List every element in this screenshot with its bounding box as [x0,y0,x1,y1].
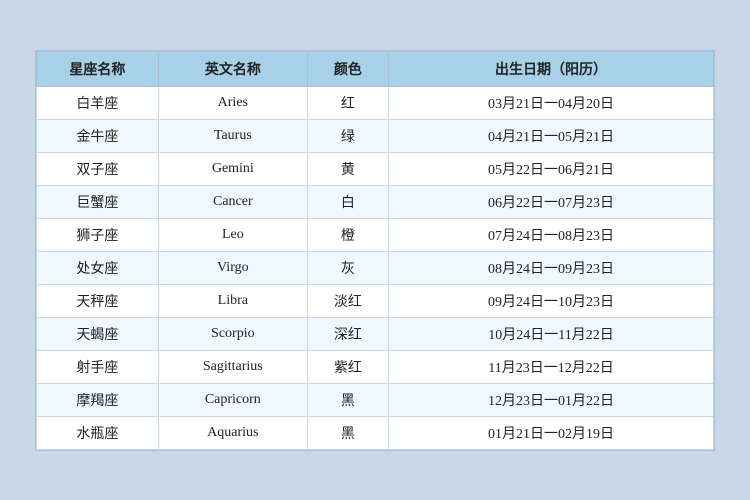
cell-en: Leo [158,218,307,251]
cell-date: 07月24日一08月23日 [389,218,714,251]
cell-date: 12月23日一01月22日 [389,383,714,416]
cell-en: Capricorn [158,383,307,416]
cell-en: Sagittarius [158,350,307,383]
cell-en: Aries [158,86,307,119]
cell-color: 绿 [307,119,388,152]
cell-date: 10月24日一11月22日 [389,317,714,350]
table-row: 白羊座Aries红03月21日一04月20日 [37,86,714,119]
cell-color: 红 [307,86,388,119]
cell-date: 11月23日一12月22日 [389,350,714,383]
cell-en: Libra [158,284,307,317]
cell-zh: 狮子座 [37,218,159,251]
header-date: 出生日期（阳历） [389,51,714,86]
cell-date: 08月24日一09月23日 [389,251,714,284]
table-row: 摩羯座Capricorn黑12月23日一01月22日 [37,383,714,416]
table-row: 天秤座Libra淡红09月24日一10月23日 [37,284,714,317]
cell-en: Gemini [158,152,307,185]
table-row: 双子座Gemini黄05月22日一06月21日 [37,152,714,185]
cell-en: Aquarius [158,416,307,449]
cell-zh: 白羊座 [37,86,159,119]
cell-zh: 水瓶座 [37,416,159,449]
cell-zh: 射手座 [37,350,159,383]
cell-color: 橙 [307,218,388,251]
table-row: 天蝎座Scorpio深红10月24日一11月22日 [37,317,714,350]
table-row: 处女座Virgo灰08月24日一09月23日 [37,251,714,284]
cell-color: 黑 [307,383,388,416]
cell-zh: 摩羯座 [37,383,159,416]
cell-color: 黑 [307,416,388,449]
cell-color: 紫红 [307,350,388,383]
cell-zh: 处女座 [37,251,159,284]
zodiac-table: 星座名称 英文名称 颜色 出生日期（阳历） 白羊座Aries红03月21日一04… [36,51,714,450]
cell-color: 淡红 [307,284,388,317]
table-row: 金牛座Taurus绿04月21日一05月21日 [37,119,714,152]
cell-date: 03月21日一04月20日 [389,86,714,119]
header-en: 英文名称 [158,51,307,86]
cell-zh: 天蝎座 [37,317,159,350]
cell-color: 深红 [307,317,388,350]
cell-date: 01月21日一02月19日 [389,416,714,449]
header-color: 颜色 [307,51,388,86]
zodiac-table-wrapper: 星座名称 英文名称 颜色 出生日期（阳历） 白羊座Aries红03月21日一04… [35,50,715,451]
cell-en: Taurus [158,119,307,152]
cell-en: Scorpio [158,317,307,350]
table-row: 巨蟹座Cancer白06月22日一07月23日 [37,185,714,218]
cell-date: 04月21日一05月21日 [389,119,714,152]
cell-color: 灰 [307,251,388,284]
cell-zh: 巨蟹座 [37,185,159,218]
table-body: 白羊座Aries红03月21日一04月20日金牛座Taurus绿04月21日一0… [37,86,714,449]
header-zh: 星座名称 [37,51,159,86]
cell-color: 黄 [307,152,388,185]
table-row: 射手座Sagittarius紫红11月23日一12月22日 [37,350,714,383]
table-header-row: 星座名称 英文名称 颜色 出生日期（阳历） [37,51,714,86]
cell-color: 白 [307,185,388,218]
cell-zh: 金牛座 [37,119,159,152]
table-row: 狮子座Leo橙07月24日一08月23日 [37,218,714,251]
cell-en: Cancer [158,185,307,218]
cell-date: 09月24日一10月23日 [389,284,714,317]
cell-date: 06月22日一07月23日 [389,185,714,218]
cell-zh: 双子座 [37,152,159,185]
cell-en: Virgo [158,251,307,284]
cell-zh: 天秤座 [37,284,159,317]
table-row: 水瓶座Aquarius黑01月21日一02月19日 [37,416,714,449]
cell-date: 05月22日一06月21日 [389,152,714,185]
